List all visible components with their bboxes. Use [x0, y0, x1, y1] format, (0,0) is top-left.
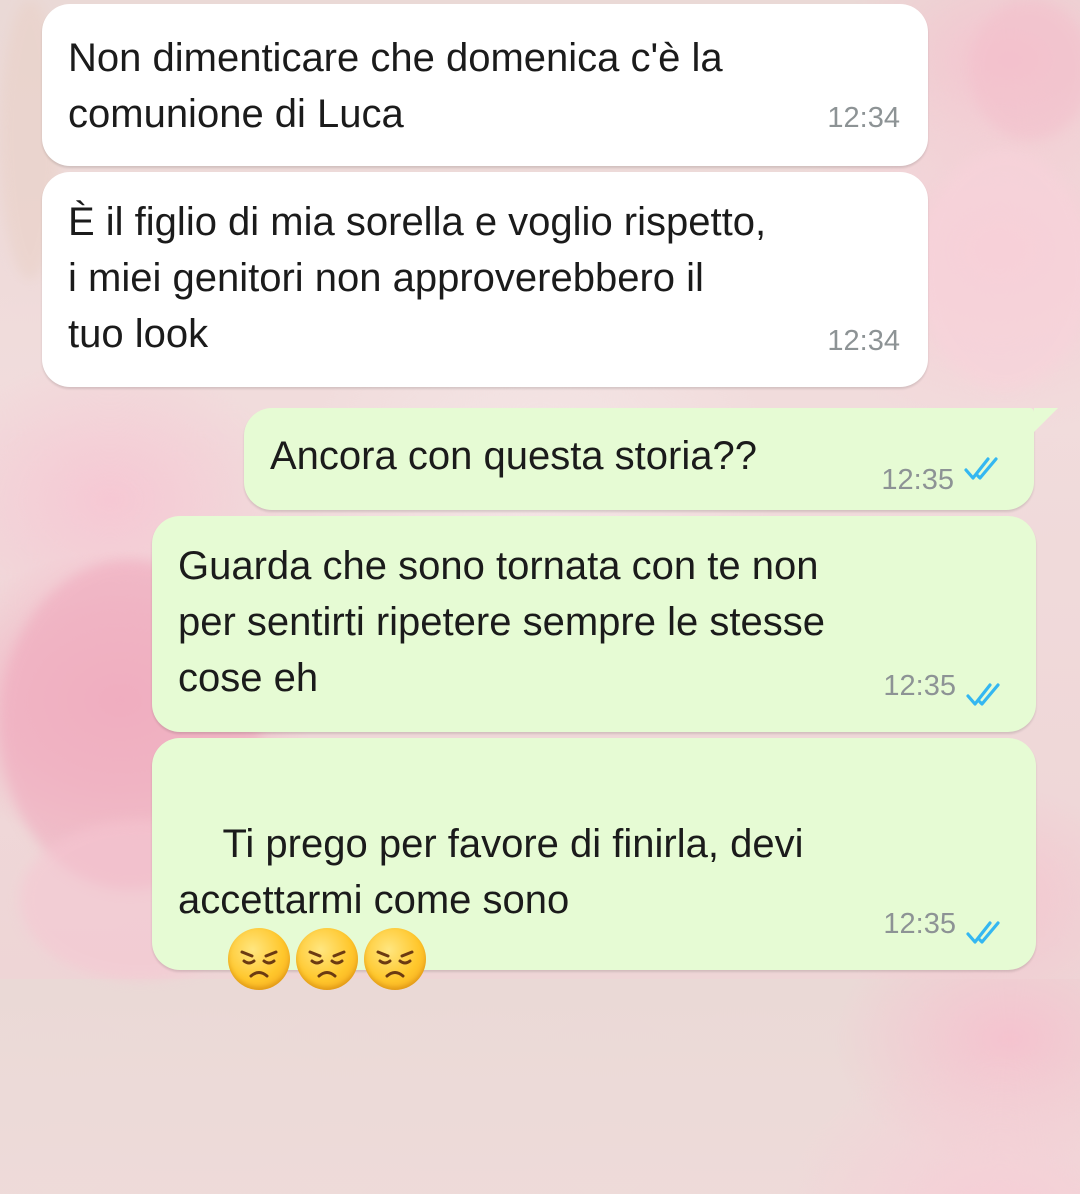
message-timestamp: 12:35: [883, 670, 956, 702]
disappointed-face-icon: [228, 928, 291, 990]
message-text: Non dimenticare che domenica c'è la comu…: [68, 36, 723, 136]
message-bubble-outgoing[interactable]: Guarda che sono tornata con te non per s…: [152, 516, 1036, 732]
message-timestamp: 12:34: [827, 325, 900, 357]
bubble-tail: [1034, 408, 1058, 432]
background-flower: [920, 150, 1080, 390]
message-text-content: Ti prego per favore di finirla, devi acc…: [178, 822, 804, 922]
message-text: È il figlio di mia sorella e voglio risp…: [68, 200, 767, 356]
background-flower: [970, 0, 1080, 140]
disappointed-face-icon: [296, 928, 359, 990]
message-timestamp: 12:34: [827, 102, 900, 134]
read-receipt-icon: [966, 921, 1000, 944]
disappointed-face-icon: [364, 928, 427, 990]
read-receipt-icon: [964, 457, 998, 480]
message-bubble-incoming[interactable]: È il figlio di mia sorella e voglio risp…: [42, 172, 928, 387]
message-bubble-outgoing[interactable]: Ancora con questa storia?? 12:35: [244, 408, 1034, 510]
message-text: Ti prego per favore di finirla, devi acc…: [178, 760, 1010, 1194]
read-receipt-icon: [966, 683, 1000, 706]
message-bubble-incoming[interactable]: Non dimenticare che domenica c'è la comu…: [42, 4, 928, 166]
message-bubble-outgoing[interactable]: Ti prego per favore di finirla, devi acc…: [152, 738, 1036, 990]
message-timestamp: 12:35: [883, 908, 956, 940]
message-timestamp: 12:35: [881, 464, 954, 496]
